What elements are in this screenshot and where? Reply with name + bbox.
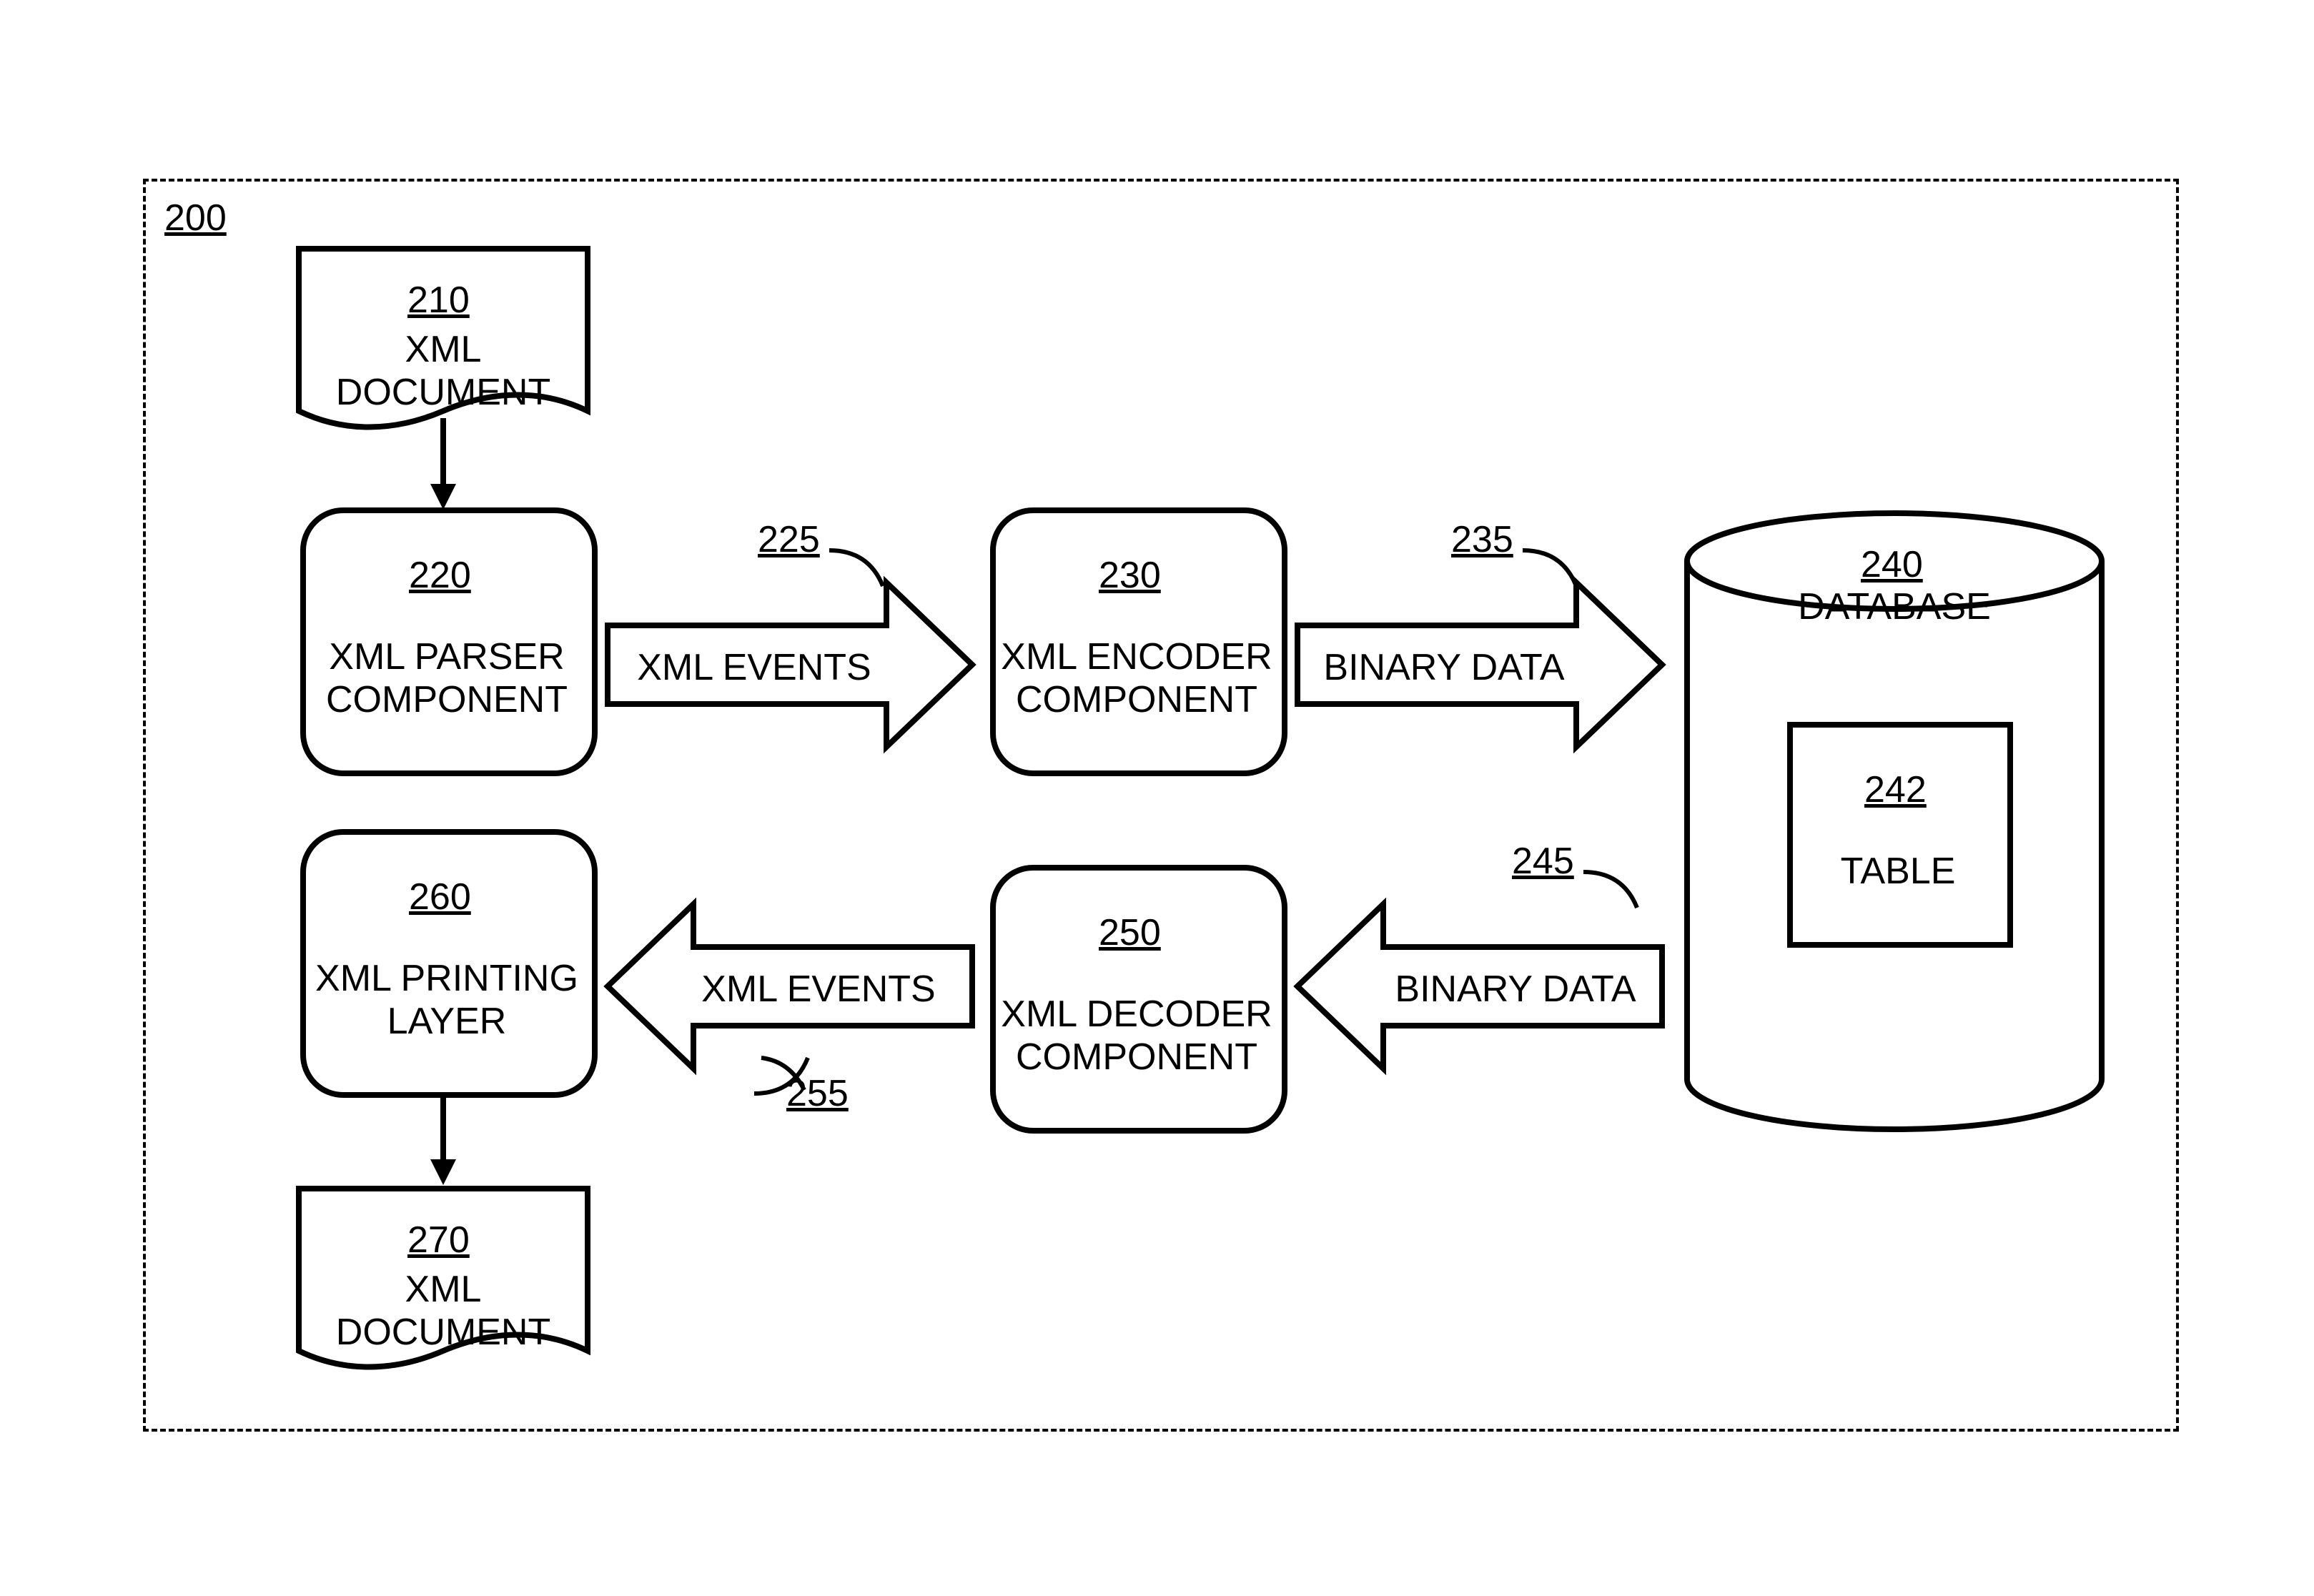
label-235-text: BINARY DATA	[1319, 647, 1569, 690]
label-270: XML DOCUMENT	[304, 1269, 583, 1354]
ref-270: 270	[407, 1219, 470, 1262]
ref-240: 240	[1861, 543, 1923, 586]
ref-220: 220	[409, 554, 471, 597]
ref-210: 210	[407, 279, 470, 322]
ref-230: 230	[1099, 554, 1161, 597]
leader-235	[1519, 543, 1583, 593]
label-250: XML DECODER COMPONENT	[1001, 993, 1272, 1079]
label-210: XML DOCUMENT	[304, 329, 583, 415]
ref-200: 200	[164, 197, 227, 239]
arrow-210-to-220	[429, 418, 458, 511]
diagram-canvas: 200 210 XML DOCUMENT 220 XML PARSER COMP…	[0, 0, 2314, 1596]
ref-242: 242	[1864, 768, 1927, 811]
label-230: XML ENCODER COMPONENT	[1001, 636, 1272, 722]
ref-225: 225	[758, 518, 820, 561]
label-242: TABLE	[1798, 851, 1998, 893]
leader-255	[751, 1051, 815, 1101]
label-240: DATABASE	[1759, 586, 2030, 629]
label-220: XML PARSER COMPONENT	[311, 636, 583, 722]
label-245-text: BINARY DATA	[1390, 968, 1641, 1011]
ref-250: 250	[1099, 911, 1161, 954]
ref-245: 245	[1512, 840, 1574, 883]
label-225-text: XML EVENTS	[636, 647, 872, 690]
label-255-text: XML EVENTS	[701, 968, 936, 1011]
leader-245	[1580, 865, 1644, 915]
ref-260: 260	[409, 876, 471, 918]
leader-225	[826, 543, 890, 593]
label-260: XML PRINTING LAYER	[311, 958, 583, 1044]
ref-235: 235	[1451, 518, 1513, 561]
box-242-table	[1787, 722, 2013, 948]
arrow-260-to-270	[429, 1094, 458, 1186]
